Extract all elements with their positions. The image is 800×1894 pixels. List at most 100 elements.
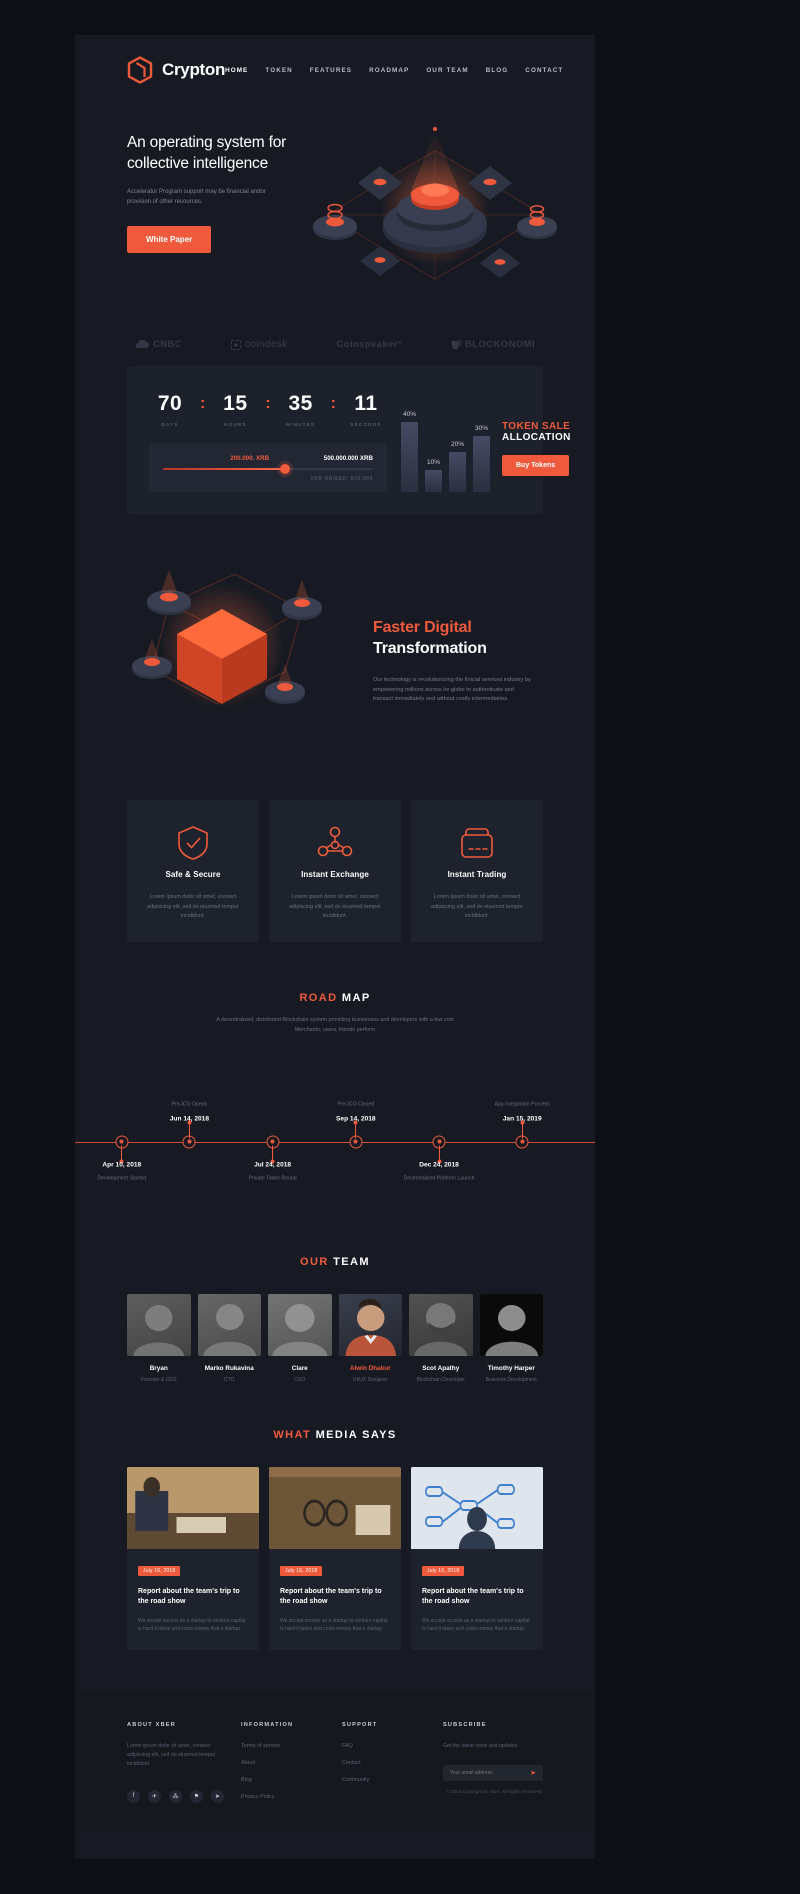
- twitter-icon[interactable]: ✈: [148, 1789, 161, 1803]
- footer-heading: ABOUT XBER: [127, 1721, 176, 1728]
- bar-value-label: 40%: [402, 411, 416, 418]
- feature-card-safe-secure[interactable]: Safe & Secure Lorem ipsum dolor sit amet…: [127, 800, 259, 943]
- media-card[interactable]: July 16, 2018 Report about the team's tr…: [411, 1466, 543, 1650]
- media-thumbnail: [269, 1466, 401, 1549]
- countdown-value: 15: [223, 392, 248, 415]
- footer-link-community[interactable]: Community: [342, 1777, 429, 1783]
- progress-footer-label: XRB RAISED: 500.000: [310, 476, 373, 482]
- progress-knob[interactable]: [279, 464, 290, 474]
- footer-heading: INFORMATION: [241, 1721, 294, 1728]
- feature-card-instant-trading[interactable]: Instant Trading Lorem ipsum dolor sit am…: [411, 800, 543, 943]
- nav-item-contact[interactable]: CONTACT: [525, 67, 563, 74]
- member-role: Business Development: [485, 1376, 537, 1383]
- media-date-badge: July 16, 2018: [422, 1565, 465, 1576]
- buy-tokens-button[interactable]: Buy Tokens: [501, 455, 570, 476]
- transformation-title-main: Transformation: [373, 640, 487, 658]
- transformation-copy: Faster Digital Transformation Our techno…: [367, 613, 543, 706]
- facebook-icon[interactable]: f: [127, 1789, 140, 1803]
- cloud-icon: [135, 340, 149, 348]
- footer-link-faq[interactable]: FAQ: [342, 1743, 429, 1749]
- timeline-node[interactable]: Pre-ICO Opens Jun 14, 2018: [170, 1101, 209, 1149]
- transformation-title-accent: Faster Digital: [373, 618, 472, 636]
- team-member[interactable]: Timothy Harper Business Development: [479, 1293, 543, 1383]
- footer-about-text: Lorem ipsum dolor sit amet, consect adip…: [127, 1742, 216, 1768]
- team-member[interactable]: Clare COO: [268, 1293, 332, 1383]
- media-title-accent: WHAT: [273, 1428, 312, 1441]
- footer-link-blog[interactable]: Blog: [241, 1777, 328, 1783]
- feature-cards: Safe & Secure Lorem ipsum dolor sit amet…: [75, 800, 595, 992]
- team-member[interactable]: Scot Apathy Blockchain Developer: [409, 1293, 473, 1383]
- team-member-active[interactable]: Alwin Dhakur UI/UX Designer: [338, 1293, 402, 1383]
- nav-item-token[interactable]: TOKEN: [265, 67, 292, 74]
- team-member[interactable]: Bryan Founder & CEO: [127, 1293, 191, 1383]
- footer-link-about[interactable]: About: [241, 1760, 328, 1766]
- white-paper-button[interactable]: White Paper: [127, 225, 212, 253]
- bar: [424, 470, 442, 492]
- media-date-badge: July 16, 2018: [280, 1565, 323, 1576]
- team-member[interactable]: Marko Rukavina CTO: [197, 1293, 261, 1383]
- media-card[interactable]: July 16, 2018 Report about the team's tr…: [269, 1466, 401, 1650]
- member-role: UI/UX Designer: [352, 1376, 388, 1383]
- allocation-title: ALLOCATION: [501, 432, 571, 443]
- team-header: OUR TEAM: [127, 1256, 543, 1268]
- media-header: WHAT MEDIA SAYS: [127, 1429, 543, 1441]
- media-post-title: Report about the team's trip to the road…: [280, 1587, 382, 1606]
- timeline-date: Sep 14, 2018: [336, 1115, 376, 1123]
- media-grid: July 16, 2018 Report about the team's tr…: [127, 1466, 543, 1650]
- countdown-value: 70: [157, 392, 183, 415]
- brand[interactable]: Crypton: [127, 56, 225, 84]
- timeline-node[interactable]: Jul 24, 2018 Private Token Round: [249, 1135, 297, 1181]
- footer-information: INFORMATION Terms of service About Blog …: [241, 1722, 328, 1803]
- timeline-node[interactable]: Pre-ICO Closed Sep 14, 2018: [336, 1101, 376, 1149]
- media-section: WHAT MEDIA SAYS July 16, 2018 Report abo…: [75, 1429, 595, 1692]
- roadmap-title-main: MAP: [341, 992, 371, 1005]
- nav-item-our-team[interactable]: OUR TEAM: [426, 67, 468, 74]
- nav-item-roadmap[interactable]: ROADMAP: [369, 67, 409, 74]
- footer-link-contact[interactable]: Contact: [342, 1760, 429, 1766]
- bar-column: 20%: [448, 397, 466, 492]
- block-icon: [451, 339, 462, 349]
- timeline-node[interactable]: App Integration Process Jan 15, 2019: [495, 1101, 550, 1149]
- timeline-date: Jan 15, 2019: [502, 1115, 542, 1123]
- allocation-copy: TOKEN SALE ALLOCATION Buy Tokens: [501, 421, 571, 492]
- member-role: COO: [294, 1376, 306, 1383]
- footer-link-privacy[interactable]: Privacy Policy: [241, 1794, 328, 1800]
- nav-item-home[interactable]: HOME: [225, 67, 248, 74]
- countdown-label: HOURS: [224, 422, 247, 427]
- progress-track[interactable]: [163, 464, 373, 474]
- media-card[interactable]: July 16, 2018 Report about the team's tr…: [127, 1466, 259, 1650]
- shield-check-icon: [143, 822, 243, 864]
- feature-text: Lorem ipsum dolor sit amet, consect adip…: [289, 894, 381, 920]
- feature-title: Safe & Secure: [165, 870, 221, 879]
- avatar: [338, 1293, 402, 1356]
- github-icon[interactable]: ⚑: [190, 1789, 203, 1803]
- member-name: Bryan: [149, 1364, 168, 1372]
- nav-item-features[interactable]: FEATURES: [310, 67, 352, 74]
- roadmap-title-accent: ROAD: [299, 992, 338, 1005]
- footer-heading: SUBSCRIBE: [442, 1721, 487, 1728]
- subscribe-form: ➤: [442, 1764, 543, 1781]
- email-field[interactable]: [442, 1769, 524, 1776]
- media-date-badge: July 16, 2018: [138, 1565, 181, 1576]
- telegram-icon[interactable]: ➤: [211, 1789, 224, 1803]
- team-title-accent: OUR: [300, 1255, 329, 1268]
- media-thumbnail: [127, 1466, 259, 1549]
- feature-title: Instant Trading: [447, 870, 507, 879]
- feature-card-instant-exchange[interactable]: Instant Exchange Lorem ipsum dolor sit a…: [269, 800, 401, 943]
- roadmap-title: ROAD MAP: [75, 992, 595, 1004]
- timeline-node[interactable]: Apr 10, 2018 Development Started: [97, 1135, 146, 1181]
- media-post-title: Report about the team's trip to the road…: [422, 1587, 524, 1606]
- countdown-and-progress: 70 DAYS : 15 HOURS : 35 MINUTES : 11 SEC…: [149, 386, 387, 492]
- dribbble-icon[interactable]: ⁂: [169, 1789, 182, 1803]
- footer-link-terms[interactable]: Terms of service: [241, 1743, 328, 1749]
- send-icon[interactable]: ➤: [523, 1769, 543, 1777]
- countdown-days: 70 DAYS: [149, 392, 191, 427]
- nav-item-blog[interactable]: BLOG: [486, 67, 509, 74]
- social-links: f ✈ ⁂ ⚑ ➤: [127, 1789, 227, 1803]
- feature-text: Lorem ipsum dolor sit amet, consect adip…: [431, 894, 523, 920]
- team-title-main: TEAM: [333, 1255, 370, 1268]
- avatar: [479, 1293, 543, 1356]
- roadmap-header: ROAD MAP A decentralized, distributed Bl…: [75, 992, 595, 1035]
- media-post-text: We accept access as a startup to venture…: [280, 1617, 388, 1633]
- timeline-node[interactable]: Dec 24, 2018 Decentralized Platform Laun…: [404, 1135, 474, 1181]
